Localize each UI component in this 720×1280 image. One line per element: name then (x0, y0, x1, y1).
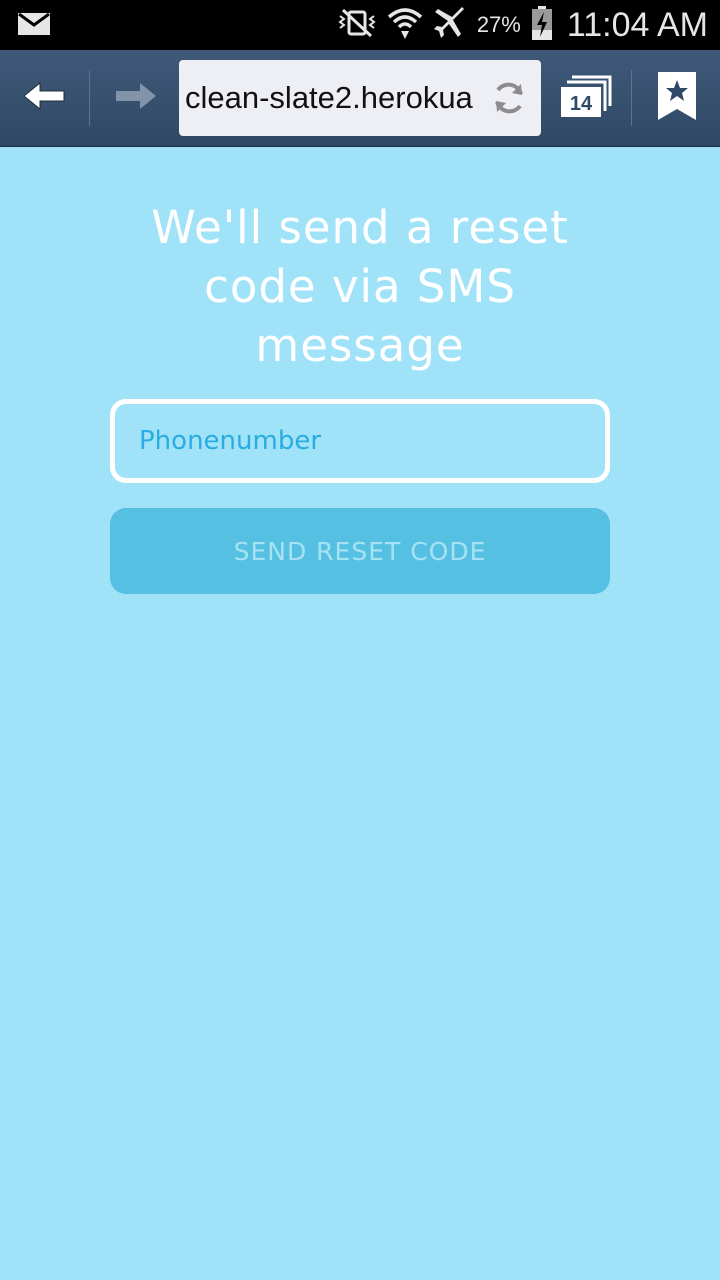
battery-percent: 27% (476, 12, 521, 37)
forward-button[interactable] (106, 50, 166, 146)
forward-arrow-icon (114, 81, 158, 115)
battery-charging-icon (531, 6, 553, 44)
url-text[interactable]: clean-slate2.herokua (185, 80, 485, 116)
toolbar-divider (631, 70, 632, 126)
status-bar: 27% 11:04 AM (0, 0, 720, 50)
bookmark-button[interactable] (647, 50, 707, 146)
wifi-icon (387, 5, 423, 45)
airplane-mode-icon (433, 6, 467, 44)
back-arrow-icon (22, 81, 66, 115)
tabs-icon: 14 (560, 74, 612, 122)
phone-number-input[interactable] (110, 399, 610, 483)
url-bar[interactable]: clean-slate2.herokua (179, 60, 541, 136)
tabs-button[interactable]: 14 (556, 50, 616, 146)
back-button[interactable] (14, 50, 74, 146)
bookmark-icon (657, 71, 697, 125)
tab-count: 14 (570, 93, 593, 115)
page-title: We'll send a reset code via SMS message (151, 201, 569, 372)
email-notification-icon (18, 12, 50, 39)
toolbar-divider (89, 70, 90, 126)
reload-icon[interactable] (491, 80, 527, 120)
vibrate-icon (337, 8, 377, 42)
browser-toolbar: clean-slate2.herokua 14 (0, 50, 720, 147)
clock-time: 11:04 AM (566, 5, 708, 44)
send-reset-code-button[interactable]: SEND RESET CODE (110, 508, 610, 594)
